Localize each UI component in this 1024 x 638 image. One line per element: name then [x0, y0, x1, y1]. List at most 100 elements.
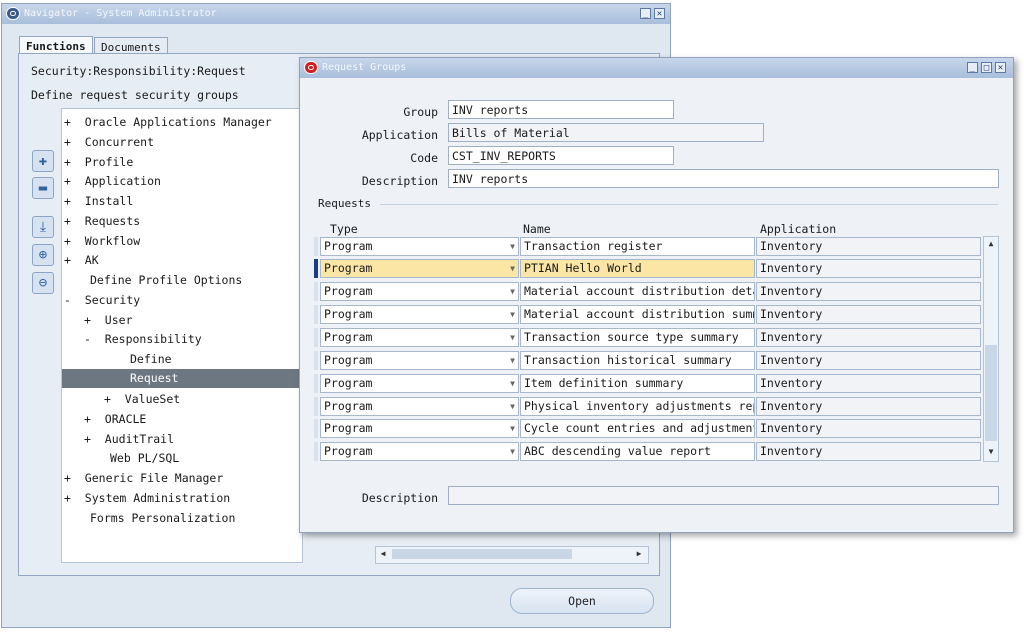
application-cell[interactable]: Inventory	[756, 305, 981, 324]
name-cell[interactable]: PTIAN Hello World	[520, 259, 755, 278]
row-indicator[interactable]	[314, 351, 318, 370]
scroll-right-icon[interactable]: ▶	[632, 547, 646, 561]
tree-item[interactable]: + Profile	[64, 153, 133, 172]
dropdown-arrow-icon[interactable]: ▼	[510, 352, 515, 369]
name-cell[interactable]: Item definition summary	[520, 374, 755, 393]
application-cell[interactable]: Inventory	[756, 351, 981, 370]
application-cell[interactable]: Inventory	[756, 237, 981, 256]
expand-all-icon[interactable]: ⊕	[32, 244, 54, 266]
tree-item-selected[interactable]: Request	[62, 369, 300, 388]
name-cell[interactable]: Material account distribution summa	[520, 305, 755, 324]
name-cell[interactable]: ABC descending value report	[520, 442, 755, 461]
type-dropdown[interactable]: Program ▼	[320, 442, 519, 461]
column-header-name: Name	[523, 222, 551, 236]
tree-item[interactable]: + ORACLE	[84, 410, 146, 429]
tree-item[interactable]: + User	[84, 311, 133, 330]
open-button[interactable]: Open	[510, 588, 654, 614]
type-dropdown[interactable]: Program ▼	[320, 397, 519, 416]
tree-item[interactable]: Define Profile Options	[90, 271, 242, 290]
expand-icon[interactable]: ✚	[32, 150, 54, 172]
dropdown-arrow-icon[interactable]: ▼	[510, 375, 515, 392]
row-indicator[interactable]	[314, 442, 318, 461]
scroll-thumb[interactable]	[392, 549, 572, 559]
dropdown-arrow-icon[interactable]: ▼	[510, 398, 515, 415]
type-dropdown[interactable]: Program ▼	[320, 328, 519, 347]
tree-item[interactable]: + System Administration	[64, 489, 230, 508]
tree-item[interactable]: Web PL/SQL	[110, 449, 179, 468]
tree-item[interactable]: + Concurrent	[64, 133, 154, 152]
tree-item[interactable]: + AK	[64, 251, 99, 270]
tree-item[interactable]: + Workflow	[64, 232, 140, 251]
name-cell[interactable]: Physical inventory adjustments repo	[520, 397, 755, 416]
minimize-icon[interactable]: _	[640, 8, 651, 19]
name-cell[interactable]: Cycle count entries and adjustments	[520, 419, 755, 438]
tree-item[interactable]: - Security	[64, 291, 140, 310]
oracle-logo-icon	[304, 61, 318, 74]
function-tree[interactable]: + Oracle Applications Manager + Concurre…	[61, 108, 303, 563]
request-groups-title-bar[interactable]: Request Groups _ □ ✕	[300, 58, 1013, 78]
application-cell[interactable]: Inventory	[756, 259, 981, 278]
application-cell[interactable]: Inventory	[756, 442, 981, 461]
row-indicator[interactable]	[314, 397, 318, 416]
collapse-all-icon[interactable]: ⊖	[32, 272, 54, 294]
dropdown-arrow-icon[interactable]: ▼	[510, 420, 515, 437]
row-indicator[interactable]	[314, 305, 318, 324]
navigator-title-bar[interactable]: Navigator - System Administrator _ ✕	[2, 4, 670, 24]
minimize-icon[interactable]: _	[967, 62, 978, 73]
type-dropdown[interactable]: Program ▼	[320, 305, 519, 324]
type-dropdown[interactable]: Program ▼	[320, 374, 519, 393]
tree-item[interactable]: + Install	[64, 192, 133, 211]
dropdown-arrow-icon[interactable]: ▼	[510, 260, 515, 277]
type-dropdown[interactable]: Program ▼	[320, 282, 519, 301]
tree-item[interactable]: + ValueSet	[104, 390, 180, 409]
name-cell[interactable]: Transaction register	[520, 237, 755, 256]
type-dropdown[interactable]: Program ▼	[320, 237, 519, 256]
tree-item[interactable]: + AuditTrail	[84, 430, 174, 449]
application-cell[interactable]: Inventory	[756, 419, 981, 438]
application-cell[interactable]: Inventory	[756, 282, 981, 301]
name-cell[interactable]: Transaction historical summary	[520, 351, 755, 370]
row-indicator[interactable]	[314, 419, 318, 438]
dropdown-arrow-icon[interactable]: ▼	[510, 283, 515, 300]
horizontal-scrollbar[interactable]: ◀ ▶	[375, 546, 649, 564]
code-field[interactable]: CST_INV_REPORTS	[448, 146, 674, 165]
dropdown-arrow-icon[interactable]: ▼	[510, 443, 515, 460]
name-cell[interactable]: Material account distribution detai	[520, 282, 755, 301]
row-indicator[interactable]	[314, 282, 318, 301]
current-row-indicator[interactable]	[314, 259, 318, 278]
expand-branch-icon[interactable]: ⤓	[32, 216, 54, 238]
tree-item[interactable]: Forms Personalization	[90, 509, 235, 528]
footer-description-field[interactable]	[448, 486, 999, 505]
row-indicator[interactable]	[314, 374, 318, 393]
tree-item[interactable]: + Generic File Manager	[64, 469, 223, 488]
row-indicator[interactable]	[314, 328, 318, 347]
tree-item[interactable]: + Oracle Applications Manager	[64, 113, 272, 132]
tree-item[interactable]: - Responsibility	[84, 330, 202, 349]
application-cell[interactable]: Inventory	[756, 328, 981, 347]
tree-item[interactable]: + Application	[64, 172, 161, 191]
name-cell[interactable]: Transaction source type summary	[520, 328, 755, 347]
close-icon[interactable]: ✕	[995, 62, 1006, 73]
dropdown-arrow-icon[interactable]: ▼	[510, 329, 515, 346]
type-dropdown[interactable]: Program ▼	[320, 419, 519, 438]
tree-item[interactable]: Define	[130, 350, 172, 369]
application-field[interactable]: Bills of Material	[448, 123, 764, 142]
scroll-down-icon[interactable]: ▼	[984, 445, 998, 459]
application-cell[interactable]: Inventory	[756, 397, 981, 416]
type-dropdown[interactable]: Program ▼	[320, 351, 519, 370]
dropdown-arrow-icon[interactable]: ▼	[510, 238, 515, 255]
scroll-left-icon[interactable]: ◀	[376, 547, 390, 561]
dropdown-arrow-icon[interactable]: ▼	[510, 306, 515, 323]
close-icon[interactable]: ✕	[654, 8, 665, 19]
description-field[interactable]: INV reports	[448, 169, 999, 188]
scroll-up-icon[interactable]: ▲	[984, 237, 998, 251]
tree-item[interactable]: + Requests	[64, 212, 140, 231]
row-indicator[interactable]	[314, 237, 318, 256]
collapse-icon[interactable]: ▬	[32, 177, 54, 199]
scroll-thumb[interactable]	[985, 345, 997, 441]
group-field[interactable]: INV reports	[448, 100, 674, 119]
application-cell[interactable]: Inventory	[756, 374, 981, 393]
maximize-icon[interactable]: □	[981, 62, 992, 73]
vertical-scrollbar[interactable]: ▲ ▼	[983, 236, 999, 462]
type-dropdown[interactable]: Program ▼	[320, 259, 519, 278]
